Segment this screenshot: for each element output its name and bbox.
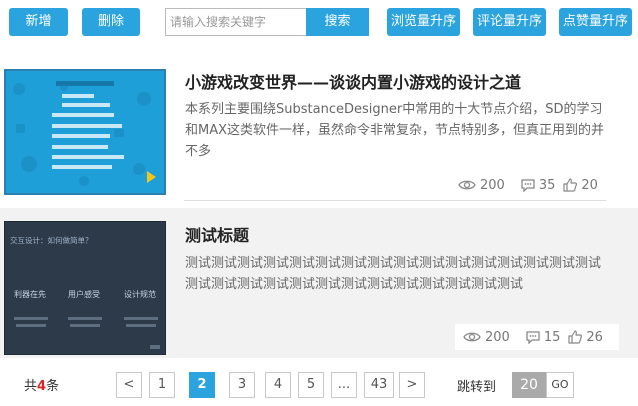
next-page-button[interactable]: > bbox=[399, 372, 425, 398]
article-title[interactable]: 小游戏改变世界——谈谈内置小游戏的设计之道 bbox=[185, 69, 521, 93]
jump-label: 跳转到 bbox=[457, 380, 497, 395]
go-button[interactable]: GO bbox=[546, 372, 574, 398]
page-button[interactable]: 5 bbox=[298, 372, 324, 398]
views-count: 200 bbox=[480, 177, 505, 193]
prev-page-button[interactable]: < bbox=[116, 372, 142, 398]
likes-stat[interactable]: 26 bbox=[568, 330, 603, 345]
add-button[interactable]: 新增 bbox=[9, 8, 68, 36]
pagination: 共4条 < 1 2 3 4 5 ... 43 > 跳转到 GO bbox=[0, 366, 638, 406]
total-prefix: 共 bbox=[24, 379, 38, 394]
comment-icon bbox=[526, 330, 540, 344]
sort-comments-button[interactable]: 评论量升序 bbox=[473, 8, 546, 36]
article-title[interactable]: 测试标题 bbox=[185, 222, 249, 246]
comments-stat[interactable]: 35 bbox=[521, 177, 556, 193]
article-thumbnail[interactable]: 交互设计：如何做简单？ 利器在先 用户感受 设计规范 bbox=[4, 221, 166, 355]
thumbs-up-icon bbox=[563, 178, 578, 192]
eye-icon bbox=[463, 332, 481, 342]
article-description: 本系列主要围绕SubstanceDesigner中常用的十大节点介绍，SD的学习… bbox=[185, 102, 605, 159]
likes-count: 26 bbox=[586, 329, 603, 345]
page-ellipsis: ... bbox=[331, 372, 357, 398]
views-stat: 200 bbox=[463, 330, 510, 345]
divider bbox=[184, 200, 606, 201]
jump-page-input[interactable] bbox=[512, 372, 546, 398]
comment-icon bbox=[521, 178, 535, 192]
views-stat: 200 bbox=[458, 178, 505, 193]
total-number: 4 bbox=[37, 379, 47, 394]
search-input[interactable] bbox=[165, 8, 306, 36]
delete-button[interactable]: 删除 bbox=[82, 8, 140, 36]
sort-views-button[interactable]: 浏览量升序 bbox=[387, 8, 460, 36]
total-suffix: 条 bbox=[46, 379, 60, 394]
article-item[interactable]: 交互设计：如何做简单？ 利器在先 用户感受 设计规范 测试标题 测试测试测试测试… bbox=[0, 208, 638, 358]
thumbs-up-icon bbox=[568, 330, 583, 344]
article-stats: 200 35 20 bbox=[458, 173, 606, 197]
total-count: 共4条 bbox=[24, 375, 59, 394]
thumb-item: 用户感受 bbox=[68, 289, 100, 299]
toolbar: 新增 删除 搜索 浏览量升序 评论量升序 点赞量升序 bbox=[0, 0, 638, 46]
article-item[interactable]: 小游戏改变世界——谈谈内置小游戏的设计之道 本系列主要围绕SubstanceDe… bbox=[0, 55, 638, 203]
thumb-item: 利器在先 bbox=[14, 289, 46, 299]
thumb-heading: 交互设计：如何做简单？ bbox=[10, 235, 93, 245]
search-button[interactable]: 搜索 bbox=[306, 8, 369, 36]
comments-count: 35 bbox=[538, 177, 556, 193]
eye-icon bbox=[458, 180, 476, 190]
page-button[interactable]: 1 bbox=[149, 372, 175, 398]
views-count: 200 bbox=[485, 329, 510, 345]
likes-count: 20 bbox=[581, 177, 598, 193]
comments-stat[interactable]: 15 bbox=[526, 329, 561, 345]
page-button[interactable]: 4 bbox=[265, 372, 291, 398]
article-stats: 200 15 26 bbox=[455, 324, 619, 350]
article-thumbnail[interactable] bbox=[4, 69, 166, 195]
article-description: 测试测试测试测试测试测试测试测试测试测试测试测试测试测试测试测试测试测试测试测试… bbox=[185, 256, 602, 292]
page-button[interactable]: 3 bbox=[229, 372, 255, 398]
thumb-item: 设计规范 bbox=[124, 289, 156, 299]
sort-likes-button[interactable]: 点赞量升序 bbox=[559, 8, 632, 36]
search-box: 搜索 bbox=[165, 8, 369, 36]
comments-count: 15 bbox=[543, 329, 561, 345]
page-button[interactable]: 43 bbox=[364, 372, 394, 398]
likes-stat[interactable]: 20 bbox=[563, 178, 598, 193]
page-button-current[interactable]: 2 bbox=[189, 372, 215, 398]
